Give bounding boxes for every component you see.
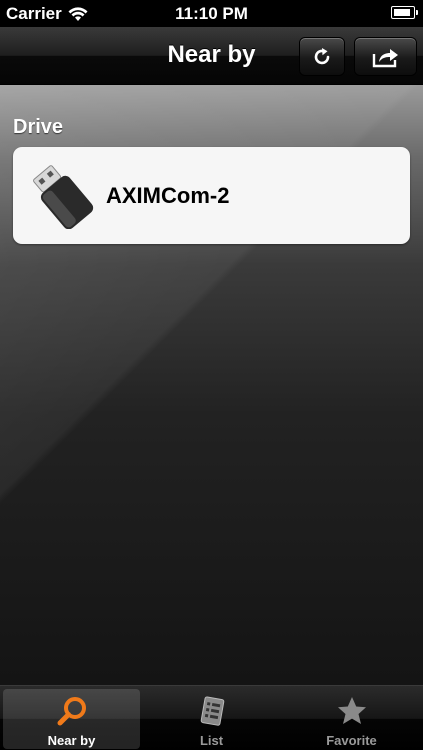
tab-favorite[interactable]: Favorite — [283, 689, 420, 749]
navigation-bar: Near by — [0, 27, 423, 85]
status-time: 11:10 PM — [175, 4, 248, 23]
document-list-icon — [200, 696, 224, 726]
tab-list[interactable]: List — [143, 689, 280, 749]
content-area: Drive AXIMCom-2 — [0, 85, 423, 685]
drive-name: AXIMCom-2 — [106, 183, 230, 208]
tab-near-by[interactable]: Near by — [3, 689, 140, 749]
tab-label-list: List — [199, 733, 224, 748]
status-bar: Carrier 11:10 PM — [0, 0, 423, 27]
share-button[interactable] — [354, 37, 417, 76]
section-header: Drive — [13, 116, 64, 138]
battery-icon — [391, 6, 418, 19]
magnifier-icon — [57, 697, 86, 726]
refresh-icon — [314, 47, 330, 64]
star-icon — [337, 697, 366, 724]
usb-drive-icon — [33, 165, 94, 229]
screen: Carrier 11:10 PM Near by Drive AXIMCom-2… — [0, 0, 423, 750]
refresh-button[interactable] — [299, 37, 345, 76]
tab-bar: Near by List Favorite — [0, 685, 423, 750]
battery-tip — [416, 10, 418, 15]
battery-level — [394, 9, 411, 16]
tab-label-favorite: Favorite — [326, 733, 377, 748]
drive-list-item[interactable]: AXIMCom-2 — [13, 147, 410, 244]
tab-label-near-by: Near by — [47, 733, 96, 748]
share-icon — [372, 48, 398, 67]
